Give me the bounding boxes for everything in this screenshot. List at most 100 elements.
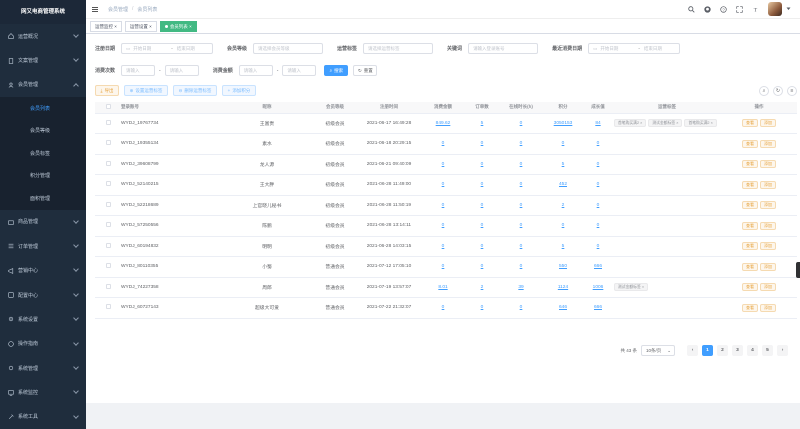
sidebar-item-marketing[interactable]: 营销中心 <box>0 258 86 283</box>
cell-points[interactable]: 5 <box>543 154 583 175</box>
cell-amount[interactable]: 0 <box>421 297 465 319</box>
refresh-icon[interactable]: ↻ <box>773 85 783 96</box>
row-checkbox[interactable] <box>105 160 111 166</box>
sidebar-subitem-member-list[interactable]: 会员列表 <box>0 97 86 120</box>
end-date-input[interactable]: 结束日期 <box>177 46 195 52</box>
cell-points[interactable]: 646 <box>543 297 583 319</box>
consume-amount-min[interactable]: 请输入 <box>238 65 273 76</box>
sidebar-item-tools[interactable]: 系统工具 <box>0 404 86 429</box>
avatar[interactable] <box>768 2 782 16</box>
caret-down-icon[interactable] <box>785 6 792 13</box>
sidebar-item-orders[interactable]: 订单管理 <box>0 234 86 259</box>
consume-count-max[interactable]: 请输入 <box>164 65 199 76</box>
close-icon[interactable]: × <box>149 24 152 29</box>
cell-online[interactable]: 0 <box>499 133 543 155</box>
add-button[interactable]: 添加 <box>760 139 776 148</box>
cell-points[interactable]: 2 <box>543 195 583 216</box>
row-checkbox[interactable] <box>105 181 111 187</box>
add-button[interactable]: 添加 <box>760 180 776 189</box>
close-icon[interactable]: × <box>639 121 642 125</box>
page-number[interactable]: 2 <box>717 345 728 356</box>
consume-count-min[interactable]: 请输入 <box>121 65 156 76</box>
cell-online[interactable]: 0 <box>499 256 543 278</box>
add-points-button[interactable]: + 添加积分 <box>222 85 256 96</box>
sidebar-subitem-points[interactable]: 积分管理 <box>0 164 86 188</box>
consume-amount-max[interactable]: 请输入 <box>282 65 317 76</box>
github-icon[interactable] <box>704 5 711 13</box>
cell-points[interactable]: 550 <box>543 256 583 278</box>
view-button[interactable]: 查看 <box>742 160 758 169</box>
cell-online[interactable]: 0 <box>499 297 543 319</box>
view-button[interactable]: 查看 <box>742 262 758 271</box>
row-checkbox[interactable] <box>105 283 111 289</box>
row-checkbox[interactable] <box>105 242 111 248</box>
tag-view-item-active[interactable]: 会员列表 × <box>159 20 197 32</box>
add-button[interactable]: 添加 <box>760 160 776 169</box>
cell-growth[interactable]: 0 <box>583 236 613 257</box>
font-size-icon[interactable]: T <box>752 6 759 13</box>
sidebar-item-monitor[interactable]: 系统监控 <box>0 380 86 405</box>
sidebar-item-members[interactable]: 会员管理 <box>0 72 86 98</box>
cell-orders[interactable]: 0 <box>465 215 499 237</box>
view-button[interactable]: 查看 <box>742 201 758 210</box>
search-button[interactable]: ⌕ 搜索 <box>324 65 349 76</box>
page-number[interactable]: 5 <box>762 345 773 356</box>
view-button[interactable]: 查看 <box>742 139 758 148</box>
search-toggle-icon[interactable]: ⌕ <box>759 85 769 96</box>
cell-points[interactable]: 1124 <box>543 277 583 298</box>
tag-view-item[interactable]: 运营监控 × <box>90 20 122 32</box>
sidebar-item-config[interactable]: 配置中心 <box>0 282 86 308</box>
cell-amount[interactable]: 8.01 <box>421 277 465 298</box>
cell-growth[interactable]: 0 <box>583 133 613 155</box>
sidebar-item-guide[interactable]: 操作指南 <box>0 331 86 357</box>
columns-icon[interactable]: ≡ <box>787 85 797 96</box>
breadcrumb-item[interactable]: 会员管理 <box>108 6 128 13</box>
settings-drawer-handle[interactable] <box>796 262 800 278</box>
start-date-input[interactable]: 开始日期 <box>133 46 167 52</box>
close-icon[interactable]: × <box>675 121 678 125</box>
register-date-range[interactable]: ▭ 开始日期 - 结束日期 <box>121 43 214 54</box>
cell-orders[interactable]: 0 <box>465 174 499 196</box>
cell-growth[interactable]: 0 <box>583 174 613 196</box>
add-button[interactable]: 添加 <box>760 242 776 251</box>
page-number[interactable]: 4 <box>747 345 758 356</box>
sidebar-subitem-member-level[interactable]: 会员等级 <box>0 119 86 143</box>
cell-points[interactable]: 5 <box>543 236 583 257</box>
cell-growth[interactable]: 0 <box>583 215 613 237</box>
cell-online[interactable]: 0 <box>499 154 543 175</box>
add-button[interactable]: 添加 <box>760 303 776 312</box>
question-icon[interactable]: ? <box>720 5 727 13</box>
view-button[interactable]: 查看 <box>742 303 758 312</box>
cell-orders[interactable]: 5 <box>465 113 499 134</box>
add-button[interactable]: 添加 <box>760 262 776 271</box>
last-consume-range[interactable]: ▭ 开始日期 - 结束日期 <box>588 43 681 54</box>
cell-points[interactable]: 452 <box>543 174 583 196</box>
cell-growth[interactable]: 666 <box>583 256 613 278</box>
cell-orders[interactable]: 2 <box>465 277 499 298</box>
cell-orders[interactable]: 0 <box>465 154 499 175</box>
search-icon[interactable] <box>688 5 695 13</box>
page-number[interactable]: 1 <box>702 345 713 356</box>
cell-online[interactable]: 39 <box>499 277 543 298</box>
fullscreen-icon[interactable] <box>736 5 743 13</box>
start-date-input[interactable]: 开始日期 <box>600 46 634 52</box>
sidebar-subitem-member-tags[interactable]: 会员标签 <box>0 142 86 165</box>
cell-online[interactable]: 0 <box>499 195 543 216</box>
view-button[interactable]: 查看 <box>742 221 758 230</box>
level-select[interactable]: 请选择会员等级 <box>253 43 324 54</box>
delete-tag-button[interactable]: ⊖ 删除运营标签 <box>173 85 217 96</box>
cell-amount[interactable]: 0 <box>421 154 465 175</box>
cell-points[interactable]: 0 <box>543 133 583 155</box>
cell-online[interactable]: 0 <box>499 215 543 237</box>
cell-amount[interactable]: 0 <box>421 133 465 155</box>
close-icon[interactable]: × <box>189 24 192 29</box>
row-checkbox[interactable] <box>105 201 111 207</box>
sidebar-item-goods[interactable]: 商品管理 <box>0 209 86 235</box>
cell-amount[interactable]: 0 <box>421 256 465 278</box>
sidebar-subitem-area[interactable]: 面积管理 <box>0 187 86 210</box>
row-checkbox[interactable] <box>105 119 111 125</box>
sidebar-item-system-admin[interactable]: 系统管理 <box>0 356 86 381</box>
add-button[interactable]: 添加 <box>760 119 776 128</box>
row-checkbox[interactable] <box>105 140 111 146</box>
cell-amount[interactable]: 0 <box>421 195 465 216</box>
